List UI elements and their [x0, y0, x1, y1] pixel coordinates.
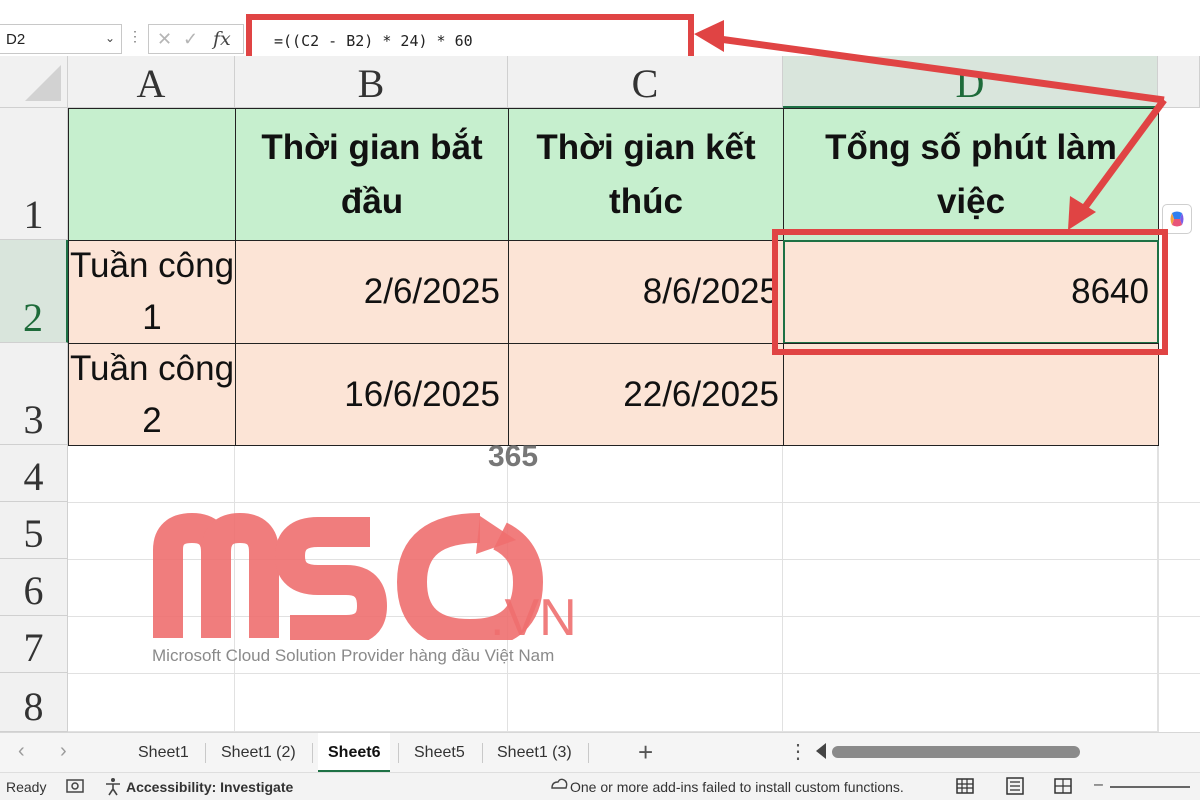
- chevron-right-icon[interactable]: ›: [60, 740, 67, 763]
- annotation-arrow: [694, 20, 1167, 230]
- watermark: .VN 365 Microsoft Cloud Solution Provide…: [140, 440, 610, 670]
- page-layout-icon[interactable]: [1004, 776, 1026, 796]
- mso-logo: .VN: [153, 512, 577, 640]
- horizontal-scrollbar[interactable]: [832, 746, 1080, 758]
- tab-sheet1-3[interactable]: Sheet1 (3): [497, 733, 572, 773]
- tab-sheet1-2[interactable]: Sheet1 (2): [221, 733, 296, 773]
- status-ready: Ready: [6, 779, 47, 795]
- tab-sheet6[interactable]: Sheet6: [318, 733, 391, 773]
- excel-window: D2 ⌄ ⋮ ✕ ✓ fx =((C2 - B2) * 24) * 60 A B…: [0, 0, 1200, 800]
- sheet-tabs-bar: ‹ › Sheet1 Sheet1 (2) Sheet6 Sheet5 Shee…: [0, 732, 1200, 773]
- status-message: One or more add-ins failed to install cu…: [570, 779, 904, 795]
- scroll-left-icon[interactable]: [816, 743, 826, 759]
- tab-sheet1[interactable]: Sheet1: [138, 733, 189, 773]
- plus-icon[interactable]: +: [638, 737, 653, 768]
- watermark-domain: .VN: [490, 589, 577, 640]
- macro-recorder-icon[interactable]: [64, 776, 86, 796]
- tab-sheet5[interactable]: Sheet5: [414, 733, 465, 773]
- status-accessibility[interactable]: Accessibility: Investigate: [126, 779, 293, 795]
- accessibility-icon[interactable]: [102, 776, 124, 796]
- zoom-slider[interactable]: [1110, 786, 1190, 788]
- watermark-365: 365: [488, 440, 539, 473]
- zoom-out-icon[interactable]: –: [1094, 776, 1103, 794]
- chevron-left-icon[interactable]: ‹: [18, 740, 25, 763]
- more-options-icon[interactable]: ⋮: [788, 739, 808, 764]
- status-bar: Ready Accessibility: Investigate One or …: [0, 772, 1200, 800]
- grid-view-icon[interactable]: [954, 776, 976, 796]
- addins-warning-icon[interactable]: [548, 776, 570, 796]
- page-break-icon[interactable]: [1052, 776, 1074, 796]
- watermark-tagline: Microsoft Cloud Solution Provider hàng đ…: [152, 646, 555, 665]
